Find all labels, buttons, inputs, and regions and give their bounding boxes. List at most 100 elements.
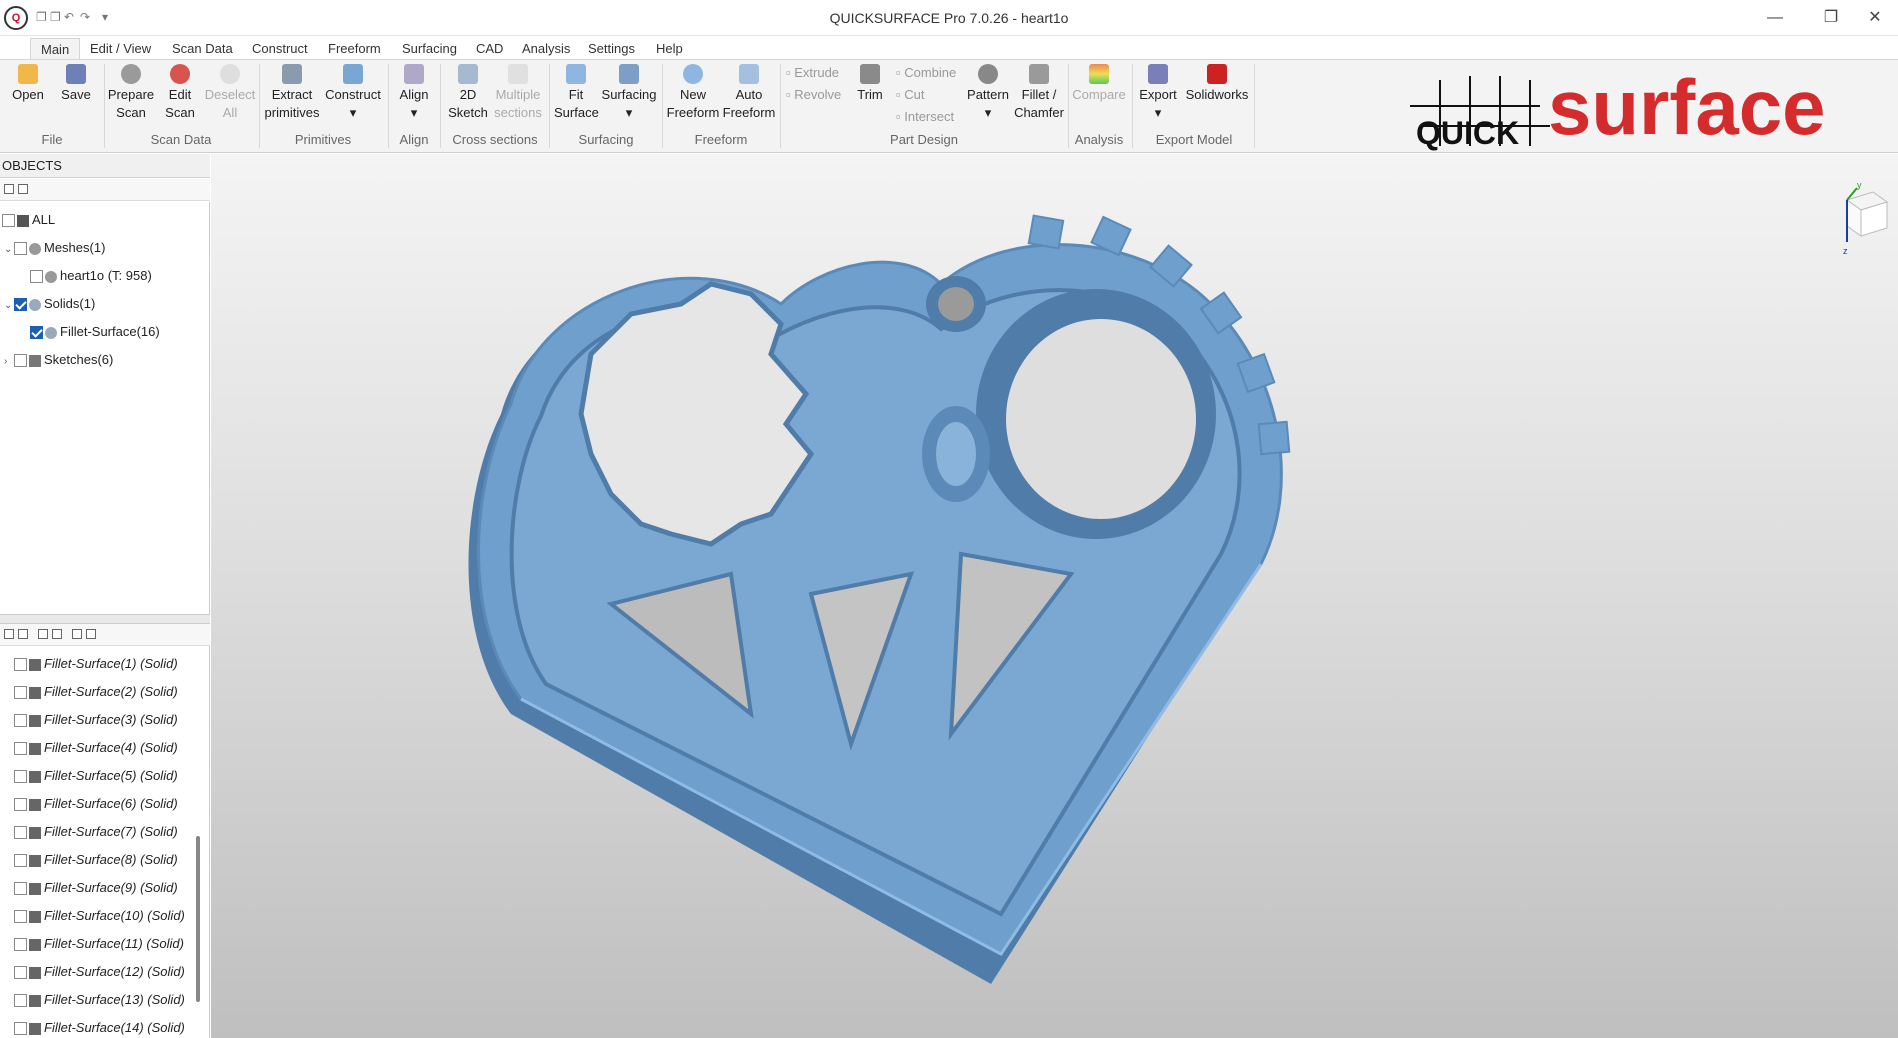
tree-item-solids[interactable]: ⌄ Solids(1): [4, 291, 95, 317]
expand-icon[interactable]: [38, 629, 48, 639]
group-separator: [780, 64, 781, 148]
group-label-align: Align: [399, 132, 429, 147]
checkbox[interactable]: [14, 826, 27, 840]
tab-construct[interactable]: Construct: [242, 38, 318, 60]
list-item[interactable]: Fillet-Surface(11) (Solid): [14, 930, 184, 958]
list-item[interactable]: Fillet-Surface(5) (Solid): [14, 762, 178, 790]
tree-item-all[interactable]: ALL: [2, 207, 55, 233]
solid-icon: [29, 938, 41, 951]
close-button[interactable]: ✕: [1852, 4, 1898, 32]
compare-button[interactable]: Compare: [1070, 64, 1128, 104]
list-item[interactable]: Fillet-Surface(12) (Solid): [14, 958, 185, 986]
extrude-button[interactable]: ▫ Extrude: [786, 64, 839, 82]
tree-item-meshes[interactable]: ⌄ Meshes(1): [4, 235, 105, 261]
tab-settings[interactable]: Settings: [578, 38, 645, 60]
list-item[interactable]: Fillet-Surface(10) (Solid): [14, 902, 185, 930]
tab-cad[interactable]: CAD: [466, 38, 513, 60]
filter-icon[interactable]: [52, 629, 62, 639]
checkbox[interactable]: [30, 270, 43, 284]
new-freeform-button[interactable]: New Freeform: [666, 64, 720, 122]
checkbox[interactable]: [30, 326, 43, 340]
list-item[interactable]: Fillet-Surface(14) (Solid): [14, 1014, 185, 1038]
intersect-button[interactable]: ▫ Intersect: [896, 108, 954, 126]
list-item[interactable]: Fillet-Surface(4) (Solid): [14, 734, 178, 762]
list-item[interactable]: Fillet-Surface(1) (Solid): [14, 650, 178, 678]
save-button[interactable]: Save: [58, 64, 94, 104]
checkbox[interactable]: [14, 770, 27, 784]
list-item[interactable]: Fillet-Surface(7) (Solid): [14, 818, 178, 846]
3d-viewport[interactable]: y z: [211, 154, 1898, 1038]
2d-sketch-button[interactable]: 2D Sketch: [446, 64, 490, 122]
list-item[interactable]: Fillet-Surface(2) (Solid): [14, 678, 178, 706]
surfacing-button[interactable]: Surfacing ▾: [600, 64, 658, 122]
list-item[interactable]: Fillet-Surface(13) (Solid): [14, 986, 185, 1014]
solidworks-icon: [1207, 64, 1227, 84]
fit-surface-button[interactable]: Fit Surface: [554, 64, 599, 122]
heart-gear-model[interactable]: [211, 154, 1898, 1038]
trim-button[interactable]: Trim: [850, 64, 890, 104]
maximize-button[interactable]: ❐: [1808, 4, 1854, 32]
cut-button[interactable]: ▫ Cut: [896, 86, 924, 104]
open-button[interactable]: Open: [10, 64, 46, 104]
first-icon[interactable]: [72, 629, 82, 639]
tree-item-mesh[interactable]: heart1o (T: 958): [30, 263, 152, 289]
checkbox[interactable]: [14, 910, 27, 924]
collapse-caret-icon[interactable]: ⌄: [4, 293, 14, 319]
tab-edit-view[interactable]: Edit / View: [80, 38, 161, 60]
panel-splitter[interactable]: [0, 614, 210, 624]
extract-primitives-button[interactable]: Extract primitives: [262, 64, 322, 122]
tab-scan-data[interactable]: Scan Data: [162, 38, 243, 60]
checkbox[interactable]: [14, 966, 27, 980]
pattern-button[interactable]: Pattern ▾: [964, 64, 1012, 122]
prepare-scan-button[interactable]: Prepare Scan: [106, 64, 156, 122]
checkbox[interactable]: [14, 354, 27, 368]
expand-caret-icon[interactable]: ›: [4, 349, 14, 375]
checkbox[interactable]: [14, 994, 27, 1008]
checkbox[interactable]: [14, 798, 27, 812]
list-scrollbar[interactable]: [196, 836, 200, 1002]
checkbox[interactable]: [2, 214, 15, 228]
checkbox[interactable]: [14, 686, 27, 700]
compare-icon: [1089, 64, 1109, 84]
checkbox[interactable]: [14, 658, 27, 672]
list-item[interactable]: Fillet-Surface(6) (Solid): [14, 790, 178, 818]
checkbox[interactable]: [14, 714, 27, 728]
checkbox[interactable]: [14, 854, 27, 868]
list-item[interactable]: Fillet-Surface(9) (Solid): [14, 874, 178, 902]
minimize-button[interactable]: —: [1752, 4, 1798, 32]
fillet-chamfer-button[interactable]: Fillet / Chamfer: [1014, 64, 1064, 122]
surfacing-icon: [619, 64, 639, 84]
checkbox[interactable]: [14, 1022, 27, 1036]
list-view-icon[interactable]: [4, 629, 14, 639]
orientation-cube-icon[interactable]: y z: [1833, 180, 1893, 260]
tab-freeform[interactable]: Freeform: [318, 38, 391, 60]
tab-main[interactable]: Main: [30, 38, 81, 60]
checkbox[interactable]: [14, 298, 27, 312]
collapse-caret-icon[interactable]: ⌄: [4, 237, 14, 263]
last-icon[interactable]: [86, 629, 96, 639]
multiple-sections-button[interactable]: Multiple sections: [492, 64, 544, 122]
checkbox[interactable]: [14, 242, 27, 256]
construct-button[interactable]: Construct ▾: [322, 64, 384, 122]
align-button[interactable]: Align ▾: [392, 64, 436, 122]
filter-icon[interactable]: [18, 184, 28, 194]
tab-surfacing[interactable]: Surfacing: [392, 38, 467, 60]
export-button[interactable]: Export ▾: [1136, 64, 1180, 122]
tree-item-solid[interactable]: Fillet-Surface(16): [30, 319, 160, 345]
expand-all-icon[interactable]: [4, 184, 14, 194]
list-item[interactable]: Fillet-Surface(8) (Solid): [14, 846, 178, 874]
tab-analysis[interactable]: Analysis: [512, 38, 580, 60]
checkbox[interactable]: [14, 882, 27, 896]
tree-item-sketches[interactable]: › Sketches(6): [4, 347, 113, 373]
deselect-all-button[interactable]: Deselect All: [204, 64, 256, 122]
tree-view-icon[interactable]: [18, 629, 28, 639]
checkbox[interactable]: [14, 938, 27, 952]
checkbox[interactable]: [14, 742, 27, 756]
tab-help[interactable]: Help: [646, 38, 693, 60]
edit-scan-button[interactable]: Edit Scan: [160, 64, 200, 122]
combine-button[interactable]: ▫ Combine: [896, 64, 956, 82]
list-item[interactable]: Fillet-Surface(3) (Solid): [14, 706, 178, 734]
solidworks-button[interactable]: Solidworks: [1182, 64, 1252, 104]
revolve-button[interactable]: ▫ Revolve: [786, 86, 841, 104]
auto-freeform-button[interactable]: Auto Freeform: [722, 64, 776, 122]
